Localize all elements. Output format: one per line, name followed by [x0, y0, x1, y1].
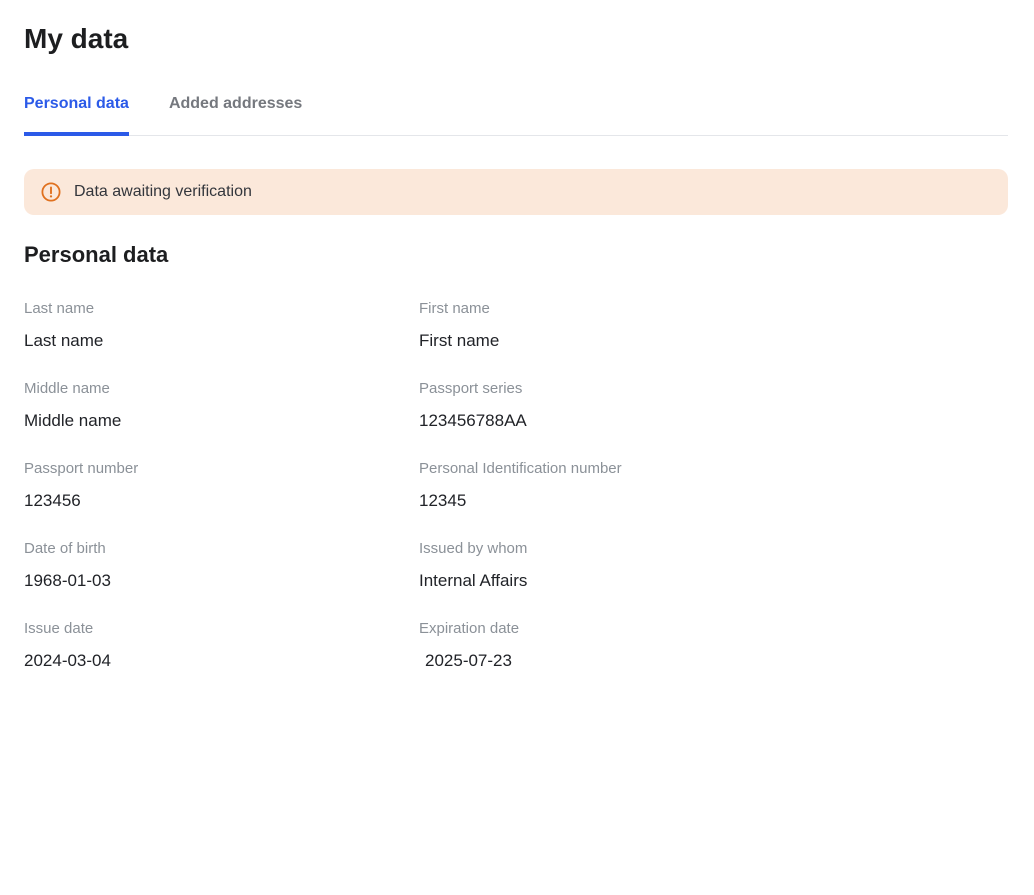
field-value: Last name [24, 331, 419, 351]
field-label: Personal Identification number [419, 460, 1008, 478]
warning-circle-icon [41, 182, 61, 202]
field-value: 123456 [24, 491, 419, 511]
field-label: Date of birth [24, 540, 419, 558]
field-passport-number: Passport number 123456 [24, 460, 419, 511]
my-data-page: My data Personal data Added addresses Da… [0, 0, 1034, 895]
tab-added-addresses[interactable]: Added addresses [169, 94, 302, 136]
verification-alert-banner: Data awaiting verification [24, 169, 1008, 215]
personal-data-fields: Last name Last name First name First nam… [24, 300, 1008, 671]
field-date-of-birth: Date of birth 1968-01-03 [24, 540, 419, 591]
field-first-name: First name First name [419, 300, 1008, 351]
field-value: 12345 [419, 491, 1008, 511]
field-last-name: Last name Last name [24, 300, 419, 351]
field-value: 123456788AA [419, 411, 1008, 431]
tab-personal-data[interactable]: Personal data [24, 94, 129, 136]
field-value: First name [419, 331, 1008, 351]
field-label: Passport number [24, 460, 419, 478]
field-label: First name [419, 300, 1008, 318]
field-value: 2025-07-23 [419, 651, 1008, 671]
tab-bar: Personal data Added addresses [24, 94, 1008, 136]
field-label: Middle name [24, 380, 419, 398]
field-issued-by-whom: Issued by whom Internal Affairs [419, 540, 1008, 591]
alert-message: Data awaiting verification [74, 183, 252, 201]
page-title: My data [24, 22, 1008, 56]
field-passport-series: Passport series 123456788AA [419, 380, 1008, 431]
field-expiration-date: Expiration date 2025-07-23 [419, 620, 1008, 671]
field-label: Issue date [24, 620, 419, 638]
field-label: Last name [24, 300, 419, 318]
field-personal-identification-number: Personal Identification number 12345 [419, 460, 1008, 511]
field-value: 2024-03-04 [24, 651, 419, 671]
field-issue-date: Issue date 2024-03-04 [24, 620, 419, 671]
field-label: Passport series [419, 380, 1008, 398]
field-label: Issued by whom [419, 540, 1008, 558]
field-label: Expiration date [419, 620, 1008, 638]
field-value: Middle name [24, 411, 419, 431]
section-heading: Personal data [24, 241, 1008, 268]
field-middle-name: Middle name Middle name [24, 380, 419, 431]
field-value: Internal Affairs [419, 571, 1008, 591]
field-value: 1968-01-03 [24, 571, 419, 591]
